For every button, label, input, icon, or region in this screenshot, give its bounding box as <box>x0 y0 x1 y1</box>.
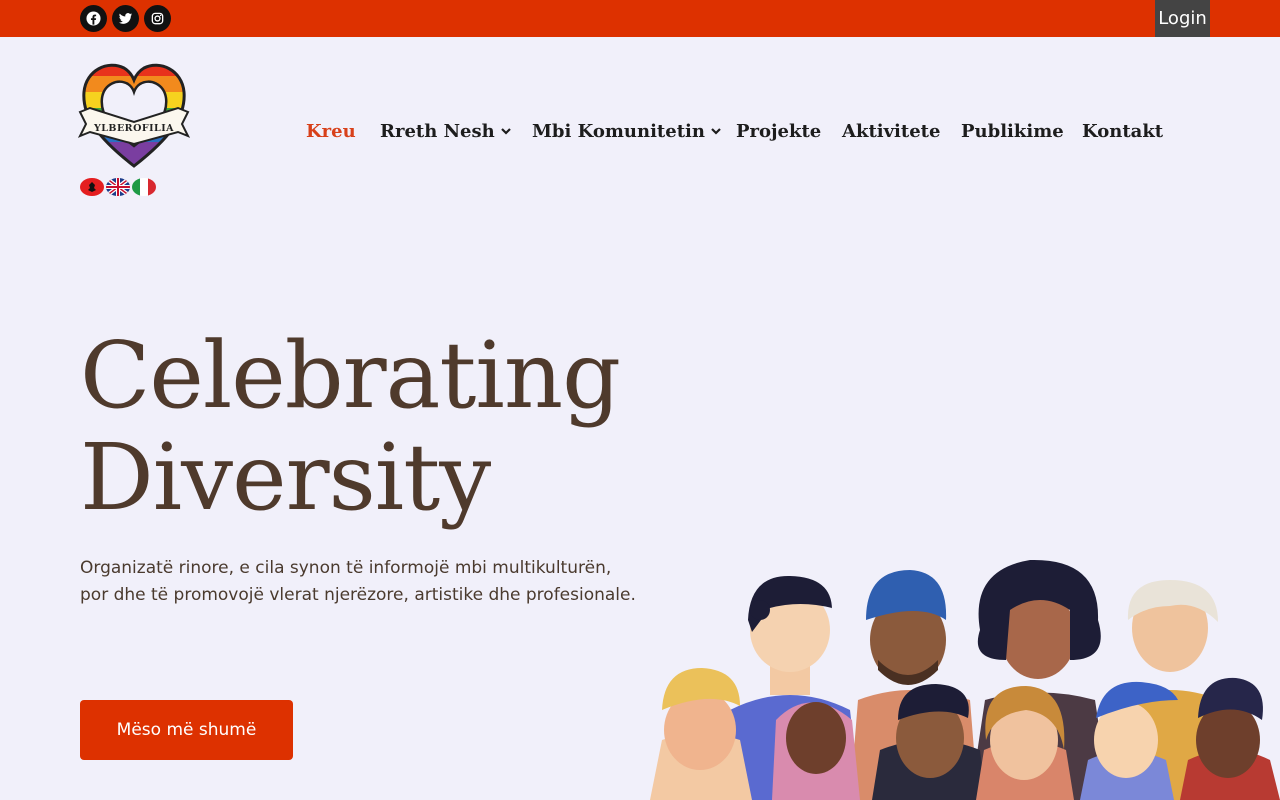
diverse-people-illustration <box>650 559 1280 800</box>
site-logo[interactable]: YLBEROFILIA <box>77 58 191 174</box>
uk-flag-icon <box>106 178 130 196</box>
nav-item-mbi-komunitetin[interactable]: Mbi Komunitetin <box>532 118 721 144</box>
nav-item-rreth-nesh[interactable]: Rreth Nesh <box>380 118 511 144</box>
top-bar: Login <box>0 0 1280 37</box>
nav-item-kreu[interactable]: Kreu <box>306 118 356 144</box>
nav-item-kontakt[interactable]: Kontakt <box>1082 118 1163 144</box>
nav-item-label: Mbi Komunitetin <box>532 120 705 142</box>
nav-item-publikime[interactable]: Publikime <box>961 118 1064 144</box>
language-flag-italian[interactable] <box>132 178 156 196</box>
twitter-icon[interactable] <box>112 5 139 32</box>
hero-title-line-2: Diversity <box>80 424 491 531</box>
hero-subtitle: Organizatë rinore, e cila synon të infor… <box>80 558 636 605</box>
instagram-icon[interactable] <box>144 5 171 32</box>
language-flag-albanian[interactable] <box>80 178 104 196</box>
nav-item-label: Aktivitete <box>842 120 941 142</box>
login-button[interactable]: Login <box>1155 0 1210 37</box>
nav-item-projekte[interactable]: Projekte <box>736 118 821 144</box>
nav-item-label: Publikime <box>961 120 1064 142</box>
logo-banner-text: YLBEROFILIA <box>93 123 174 134</box>
nav-item-label: Projekte <box>736 120 822 142</box>
nav-item-label: Rreth Nesh <box>380 120 495 142</box>
nav-item-label: Kontakt <box>1082 120 1164 142</box>
rainbow-heart-logo: YLBEROFILIA <box>77 63 191 168</box>
person-figure <box>772 702 860 800</box>
language-flag-english[interactable] <box>106 178 130 196</box>
albania-flag-icon <box>88 182 96 192</box>
hero-title: Celebrating Diversity <box>80 322 621 531</box>
nav-item-label: Kreu <box>306 120 356 142</box>
italy-flag-icon <box>132 178 156 196</box>
chevron-down-icon <box>711 128 721 135</box>
hero-title-line-1: Celebrating <box>80 322 621 429</box>
chevron-down-icon <box>500 128 511 135</box>
facebook-icon[interactable] <box>80 5 107 32</box>
learn-more-button[interactable]: Mëso më shumë <box>80 700 293 760</box>
nav-item-aktivitete[interactable]: Aktivitete <box>842 118 940 144</box>
